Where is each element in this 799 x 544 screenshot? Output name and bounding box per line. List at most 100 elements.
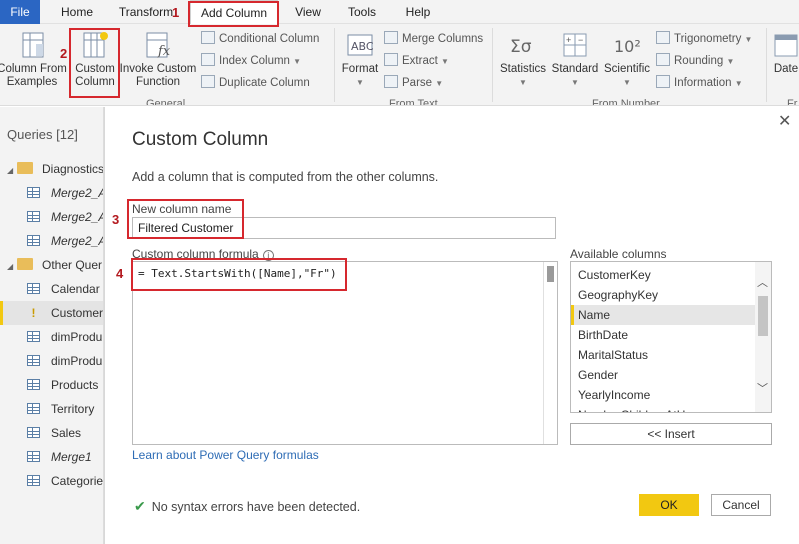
- scientific-button[interactable]: 10² Scientific ▼: [601, 30, 653, 89]
- scrollbar-thumb[interactable]: [758, 296, 768, 336]
- query-item[interactable]: Territory: [27, 398, 94, 420]
- duplicate-column-button[interactable]: Duplicate Column: [201, 74, 310, 92]
- tab-file[interactable]: File: [0, 0, 40, 24]
- standard-button[interactable]: + − Standard ▼: [550, 30, 600, 89]
- information-button[interactable]: Information ▼: [656, 74, 743, 92]
- tab-tools[interactable]: Tools: [340, 0, 384, 24]
- syntax-status: ✔ No syntax errors have been detected.: [134, 498, 360, 515]
- query-label: Other Quer: [42, 258, 103, 272]
- trigonometry-icon: [656, 31, 670, 44]
- cancel-button[interactable]: Cancel: [711, 494, 771, 516]
- available-columns-list[interactable]: CustomerKey GeographyKey Name BirthDate …: [570, 261, 772, 413]
- query-item-selected[interactable]: ! Customer: [27, 302, 104, 324]
- tab-home[interactable]: Home: [52, 0, 102, 24]
- parse-label: Parse: [402, 77, 433, 89]
- query-item[interactable]: dimProdu: [27, 350, 102, 372]
- list-item[interactable]: Gender: [571, 365, 757, 385]
- format-button[interactable]: ABC Format ▼: [338, 30, 382, 89]
- query-item[interactable]: Sales: [27, 422, 81, 444]
- query-label: Calendar: [51, 282, 100, 296]
- chevron-down-icon: ▼: [441, 57, 449, 66]
- standard-icon: + −: [563, 33, 587, 57]
- svg-text:+: +: [566, 35, 571, 45]
- query-item[interactable]: Merge2_A: [27, 206, 103, 228]
- information-icon: [656, 75, 670, 88]
- trigonometry-button[interactable]: Trigonometry ▼: [656, 30, 752, 48]
- query-folder-diagnostics[interactable]: ◢ Diagnostics: [7, 158, 103, 180]
- invoke-custom-function-button[interactable]: fx Invoke Custom Function: [118, 30, 198, 89]
- calendar-icon: [774, 34, 798, 57]
- rounding-button[interactable]: Rounding ▼: [656, 52, 734, 70]
- query-label: dimProdu: [51, 330, 103, 344]
- query-item[interactable]: Products: [27, 374, 98, 396]
- query-folder-other[interactable]: ◢ Other Quer: [7, 254, 102, 276]
- index-column-button[interactable]: Index Column ▼: [201, 52, 301, 70]
- svg-text:Σσ: Σσ: [510, 37, 532, 57]
- conditional-column-button[interactable]: Conditional Column: [201, 30, 319, 48]
- invoke-custom-function-label-1: Invoke Custom: [119, 63, 197, 75]
- annotation-box-formula: [131, 258, 347, 291]
- ok-button[interactable]: OK: [639, 494, 699, 516]
- tab-view[interactable]: View: [286, 0, 330, 24]
- available-columns-label: Available columns: [570, 247, 667, 261]
- query-label: Customer: [51, 306, 104, 320]
- learn-formulas-link[interactable]: Learn about Power Query formulas: [132, 448, 319, 462]
- list-item[interactable]: GeographyKey: [571, 285, 757, 305]
- duplicate-column-icon: [201, 75, 215, 88]
- annotation-number-2: 2: [60, 46, 68, 61]
- custom-column-dialog: Custom Column ✕ Add a column that is com…: [104, 107, 799, 544]
- scrollbar-thumb[interactable]: [547, 266, 554, 282]
- insert-button[interactable]: << Insert: [570, 423, 772, 445]
- group-label-general: General: [146, 98, 186, 106]
- query-item[interactable]: Merge2_A: [27, 182, 103, 204]
- table-icon: [27, 235, 40, 246]
- chevron-down-icon: ▼: [726, 57, 735, 66]
- formula-scrollbar[interactable]: [543, 262, 557, 444]
- tab-help[interactable]: Help: [398, 0, 438, 24]
- list-item[interactable]: NumberChildrenAtH: [571, 405, 757, 412]
- query-item[interactable]: Merge1: [27, 446, 92, 468]
- table-icon: [27, 283, 40, 294]
- ribbon-separator: [334, 28, 335, 102]
- information-label: Information: [674, 77, 732, 89]
- collapse-triangle-icon: ◢: [7, 166, 14, 175]
- merge-columns-button[interactable]: Merge Columns: [384, 30, 483, 48]
- annotation-number-1: 1: [172, 5, 180, 20]
- chevron-up-icon[interactable]: ︿: [757, 274, 768, 290]
- warning-icon: !: [31, 306, 36, 320]
- statistics-button[interactable]: Σσ Statistics ▼: [496, 30, 550, 89]
- list-item[interactable]: CustomerKey: [571, 265, 757, 285]
- format-icon: ABC: [347, 34, 374, 56]
- chevron-down-icon: ▼: [293, 57, 302, 66]
- duplicate-column-label: Duplicate Column: [219, 77, 310, 89]
- parse-button[interactable]: Parse ▼: [384, 74, 443, 92]
- query-item[interactable]: Merge2_A: [27, 230, 103, 252]
- list-scrollbar[interactable]: ︿ ﹀: [755, 262, 771, 412]
- list-item[interactable]: MaritalStatus: [571, 345, 757, 365]
- query-label: Merge1: [51, 450, 92, 464]
- query-item[interactable]: Calendar: [27, 278, 100, 300]
- close-icon[interactable]: ✕: [778, 111, 791, 131]
- standard-label: Standard: [551, 63, 599, 75]
- parse-icon: [384, 75, 398, 88]
- annotation-box-add-column: [188, 1, 279, 27]
- extract-label: Extract: [402, 55, 438, 67]
- extract-button[interactable]: Extract ▼: [384, 52, 449, 70]
- folder-icon: [17, 162, 33, 174]
- query-item[interactable]: Categorie: [27, 470, 103, 492]
- query-item[interactable]: dimProdu: [27, 326, 102, 348]
- table-icon: [27, 331, 40, 342]
- list-item[interactable]: YearlyIncome: [571, 385, 757, 405]
- date-button[interactable]: Date: [770, 30, 799, 76]
- chevron-down-icon: ▼: [519, 78, 527, 87]
- chevron-down-icon: ▼: [623, 78, 631, 87]
- date-label: Date: [773, 63, 799, 75]
- query-label: dimProdu: [51, 354, 103, 368]
- trigonometry-label: Trigonometry: [674, 33, 742, 45]
- dialog-title: Custom Column: [132, 129, 269, 150]
- table-icon: [27, 187, 40, 198]
- tab-transform[interactable]: Transform: [114, 0, 178, 24]
- list-item[interactable]: BirthDate: [571, 325, 757, 345]
- list-item-selected[interactable]: Name: [571, 305, 757, 325]
- chevron-down-icon[interactable]: ﹀: [757, 380, 768, 396]
